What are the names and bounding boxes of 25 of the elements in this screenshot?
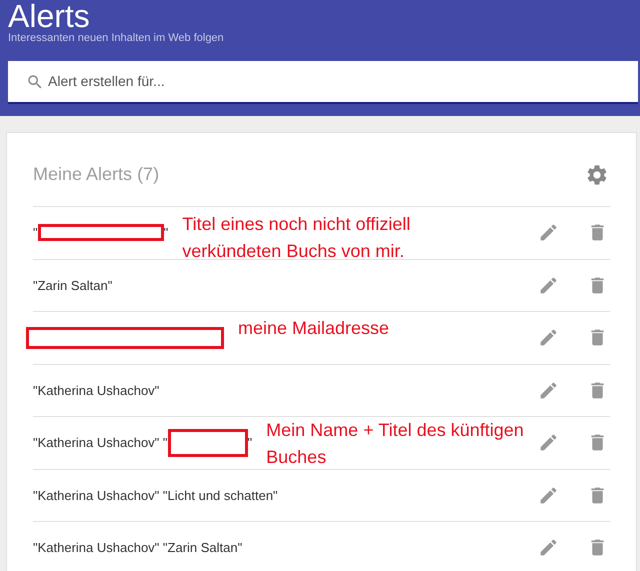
edit-icon[interactable] [538, 537, 559, 558]
search-field[interactable]: Alert erstellen für... [8, 60, 638, 104]
annotation-text: Mein Name + Titel des künftigen Buches [266, 418, 525, 469]
annotation-text: meine Mailadresse [238, 316, 390, 340]
edit-icon[interactable] [538, 432, 559, 454]
edit-icon[interactable] [538, 484, 559, 506]
page-subtitle: Interessanten neuen Inhalten im Web folgen [8, 31, 224, 46]
alert-count: (7) [137, 164, 160, 184]
edit-icon[interactable] [538, 222, 559, 244]
annotation-text: Titel eines noch nicht offiziell verkündeten Buchs von mir. [182, 213, 412, 263]
search-icon [26, 72, 44, 90]
alert-query: " [248, 434, 252, 452]
edit-icon[interactable] [538, 327, 559, 348]
alert-query: "Zarin Saltan" [33, 276, 112, 294]
settings-icon[interactable] [585, 162, 609, 186]
alert-query: "Katherina Ushachov" [33, 382, 160, 400]
alert-query: "Katherina Ushachov" "Zarin Saltan" [33, 539, 242, 557]
section-title: Meine Alerts [33, 164, 132, 184]
page-title: Alerts [8, 0, 90, 32]
alert-query: " [33, 224, 38, 242]
edit-icon[interactable] [538, 274, 559, 296]
alert-query: " [164, 224, 168, 242]
edit-icon[interactable] [538, 380, 559, 401]
alert-query: "Katherina Ushachov" " [33, 434, 168, 452]
alert-query: "Katherina Ushachov" "Licht und schatten" [33, 486, 278, 504]
